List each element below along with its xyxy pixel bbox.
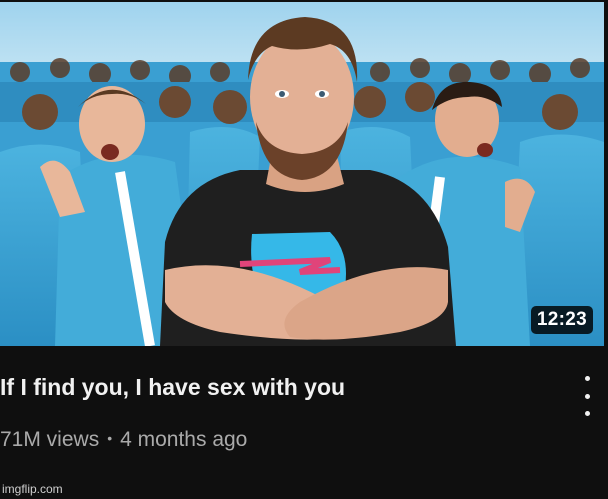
duration-badge: 12:23	[530, 306, 593, 334]
more-vertical-icon[interactable]	[580, 376, 594, 416]
thumbnail-image	[0, 2, 604, 346]
more-dot	[584, 393, 590, 399]
upload-age: 4 months ago	[120, 428, 248, 451]
meta-separator: •	[107, 430, 113, 446]
watermark: imgflip.com	[2, 482, 63, 496]
view-count: 71M views	[0, 428, 100, 451]
video-title[interactable]: If I find you, I have sex with you	[0, 372, 560, 402]
video-meta: 71M views • 4 months ago	[0, 424, 247, 454]
more-dot	[584, 411, 590, 416]
video-thumbnail[interactable]: 12:23	[0, 2, 604, 346]
video-card: 12:23 If I find you, I have sex with you…	[0, 0, 608, 499]
more-dot	[584, 376, 590, 381]
